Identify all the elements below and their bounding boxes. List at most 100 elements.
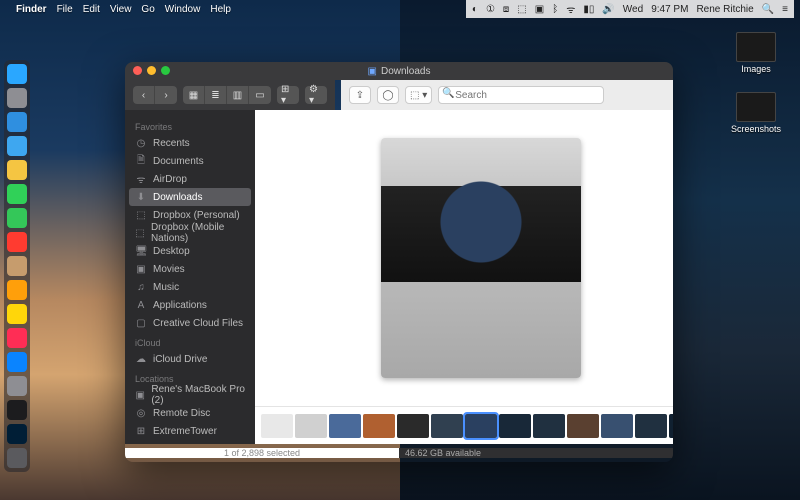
dock-app-launchpad[interactable] <box>7 88 27 108</box>
sidebar-item-documents[interactable]: 🗎Documents <box>125 152 255 170</box>
sidebar-icon: ▣ <box>135 264 147 275</box>
sidebar-item-applications[interactable]: AApplications <box>125 296 255 314</box>
window-titlebar[interactable]: ▣ Downloads <box>125 62 673 80</box>
sidebar-item-label: Desktop <box>153 246 190 257</box>
thumbnail[interactable] <box>567 414 599 438</box>
sidebar-icon: ▢ <box>135 318 147 329</box>
tags-button[interactable]: ◯ <box>377 86 399 104</box>
sidebar-icon: ◎ <box>135 408 147 419</box>
thumbnail[interactable] <box>295 414 327 438</box>
sidebar-item-icloud-drive[interactable]: ☁iCloud Drive <box>125 350 255 368</box>
sidebar-icon: ⬇ <box>135 192 147 203</box>
back-button[interactable]: ‹ <box>133 86 155 104</box>
list-view-button[interactable]: ≣ <box>205 86 227 104</box>
forward-button[interactable]: › <box>155 86 177 104</box>
sidebar-item-downloads[interactable]: ⬇Downloads <box>129 188 251 206</box>
dock-app-trash[interactable] <box>7 448 27 468</box>
sidebar-icon: ᯤ <box>135 172 147 186</box>
sidebar-icon: 🗎 <box>135 153 147 170</box>
sidebar-icon: ⊞ <box>135 426 147 437</box>
bluetooth-icon[interactable]: ᛒ <box>552 4 558 15</box>
minimize-button[interactable] <box>147 66 156 75</box>
sidebar-item-recents[interactable]: ◷Recents <box>125 134 255 152</box>
thumbnail[interactable] <box>431 414 463 438</box>
dock-app-mail[interactable] <box>7 136 27 156</box>
menu-file[interactable]: File <box>57 4 73 15</box>
thumbnail[interactable] <box>669 414 673 438</box>
thumbnail[interactable] <box>499 414 531 438</box>
thumbnail[interactable] <box>261 414 293 438</box>
thumbnail[interactable] <box>465 414 497 438</box>
sidebar-item-extremetower[interactable]: ⊞ExtremeTower <box>125 422 255 440</box>
share-button[interactable]: ⇪ <box>349 86 371 104</box>
sidebar-heading: Favorites <box>125 116 255 134</box>
zoom-button[interactable] <box>161 66 170 75</box>
dock-app-photos[interactable] <box>7 160 27 180</box>
dropbox-button[interactable]: ⬚ ▾ <box>405 86 432 104</box>
sidebar-item-rene-s-macbook-pro-2-[interactable]: ▣Rene's MacBook Pro (2) <box>125 386 255 404</box>
dock-app-messages[interactable] <box>7 184 27 204</box>
search-input[interactable] <box>438 86 604 104</box>
sidebar-item-label: Applications <box>153 300 207 311</box>
sidebar-icon: ☁ <box>135 354 147 365</box>
thumbnail[interactable] <box>397 414 429 438</box>
clock-day[interactable]: Wed <box>623 4 643 15</box>
dock-app-photoshop[interactable] <box>7 424 27 444</box>
user-name[interactable]: Rene Ritchie <box>696 4 753 15</box>
thumbnail[interactable] <box>635 414 667 438</box>
thumbnail[interactable] <box>329 414 361 438</box>
sidebar-item-dropbox-mobile-nations-[interactable]: ⬚Dropbox (Mobile Nations) <box>125 224 255 242</box>
dock-app-safari[interactable] <box>7 112 27 132</box>
dock-app-maps[interactable] <box>7 208 27 228</box>
sidebar-item-music[interactable]: ♫Music <box>125 278 255 296</box>
icon-view-button[interactable]: ▦ <box>183 86 205 104</box>
dock-app-terminal[interactable] <box>7 400 27 420</box>
dock-app-calendar[interactable] <box>7 232 27 252</box>
sidebar-item-desktop[interactable]: 🖥Desktop <box>125 242 255 260</box>
menu-edit[interactable]: Edit <box>83 4 100 15</box>
status-icon[interactable]: ◐ <box>472 4 478 15</box>
thumbnail-strip[interactable] <box>255 406 673 444</box>
wifi-icon[interactable]: ᯤ <box>566 2 575 16</box>
group-by-button[interactable]: ⊞ ▾ <box>277 86 299 104</box>
sidebar-item-airdrop[interactable]: ᯤAirDrop <box>125 170 255 188</box>
sidebar-item-creative-cloud-files[interactable]: ▢Creative Cloud Files <box>125 314 255 332</box>
battery-icon[interactable]: ▮▯ <box>583 4 594 15</box>
status-icon[interactable]: ⬚ <box>517 4 526 15</box>
status-icon[interactable]: ① <box>486 4 495 15</box>
dock-app-contacts[interactable] <box>7 256 27 276</box>
menu-window[interactable]: Window <box>165 4 201 15</box>
dock-app-notes[interactable] <box>7 304 27 324</box>
action-button[interactable]: ⚙ ▾ <box>305 86 327 104</box>
gallery-view <box>255 110 673 444</box>
spotlight-icon[interactable]: 🔍 <box>762 4 774 15</box>
menu-view[interactable]: View <box>110 4 132 15</box>
dock-app-finder[interactable] <box>7 64 27 84</box>
status-icon[interactable]: ▣ <box>535 4 544 15</box>
sidebar-item-remote-disc[interactable]: ◎Remote Disc <box>125 404 255 422</box>
dock-app-music[interactable] <box>7 328 27 348</box>
desktop-folder-images[interactable]: Images <box>730 32 782 74</box>
column-view-button[interactable]: ▥ <box>227 86 249 104</box>
thumbnail[interactable] <box>363 414 395 438</box>
thumbnail[interactable] <box>601 414 633 438</box>
dock-app-reminders[interactable] <box>7 280 27 300</box>
sidebar-item-movies[interactable]: ▣Movies <box>125 260 255 278</box>
gallery-preview[interactable] <box>255 110 673 406</box>
thumbnail[interactable] <box>533 414 565 438</box>
menu-go[interactable]: Go <box>141 4 154 15</box>
dock-app-preferences[interactable] <box>7 376 27 396</box>
menu-help[interactable]: Help <box>210 4 231 15</box>
clock-time[interactable]: 9:47 PM <box>651 4 688 15</box>
close-button[interactable] <box>133 66 142 75</box>
desktop-folder-screenshots[interactable]: Screenshots <box>730 92 782 134</box>
notification-center-icon[interactable]: ≡ <box>782 4 788 15</box>
volume-icon[interactable]: 🔊 <box>602 4 614 15</box>
gallery-view-button[interactable]: ▭ <box>249 86 271 104</box>
sidebar-item-label: Dropbox (Personal) <box>153 210 240 221</box>
menubar: Finder File Edit View Go Window Help ◐ ①… <box>0 0 800 18</box>
status-icon[interactable]: ⧈ <box>503 4 509 15</box>
dock-app-appstore[interactable] <box>7 352 27 372</box>
preview-image <box>381 138 581 378</box>
app-menu[interactable]: Finder <box>16 4 47 15</box>
